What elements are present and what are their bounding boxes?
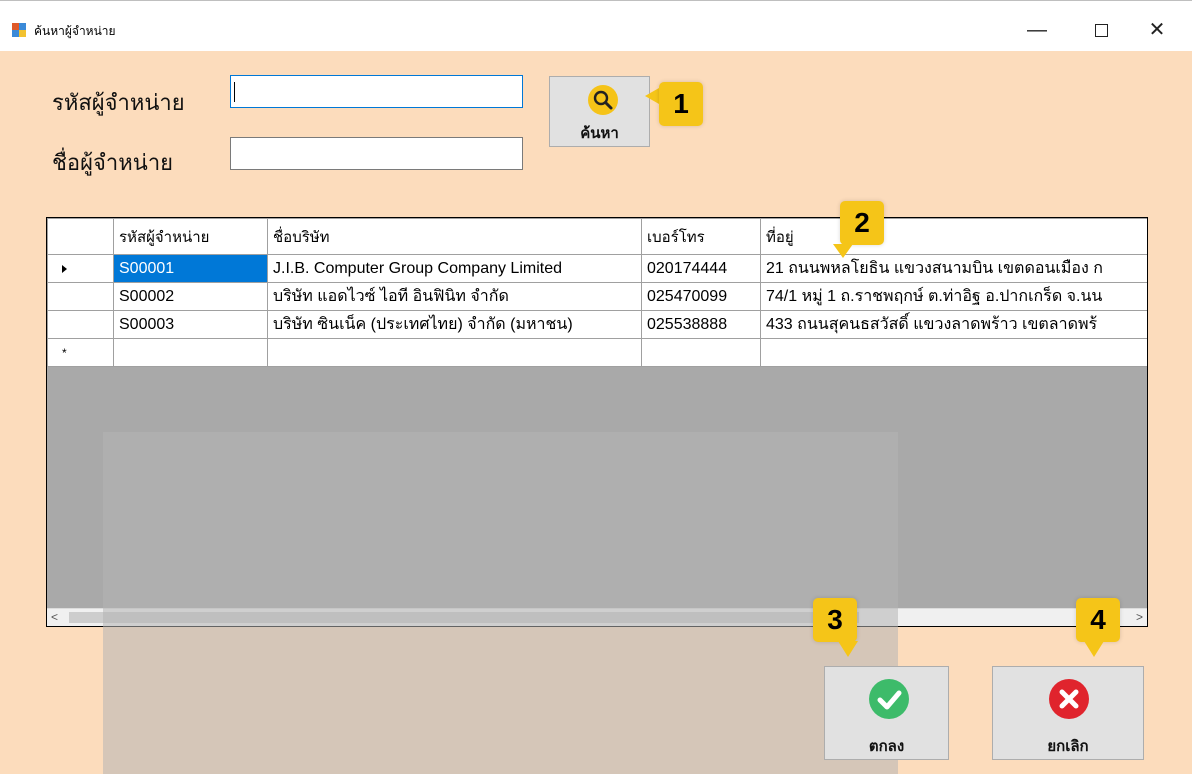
callout-2-pointer (833, 244, 853, 258)
column-header-code[interactable]: รหัสผู้จำหน่าย (113, 218, 268, 255)
search-button[interactable]: ค้นหา (549, 76, 650, 147)
supplier-name-input[interactable] (230, 137, 523, 170)
app-icon (12, 23, 26, 37)
cell-code[interactable]: S00001 (113, 254, 268, 283)
row-header[interactable] (47, 282, 114, 311)
table-row[interactable]: S00002 บริษัท แอดไวซ์ ไอที อินฟินิท จำกั… (47, 282, 1147, 311)
cell-company[interactable]: J.I.B. Computer Group Company Limited (267, 254, 642, 283)
ok-button[interactable]: ตกลง (824, 666, 949, 760)
callout-1-pointer (645, 88, 659, 104)
close-button[interactable]: ✕ (1134, 13, 1180, 47)
checkmark-icon (869, 679, 909, 719)
row-pointer-icon (62, 264, 67, 273)
column-header-company[interactable]: ชื่อบริษัท (267, 218, 642, 255)
text-caret (234, 82, 235, 102)
current-row-indicator[interactable] (47, 254, 114, 283)
row-header-corner (47, 218, 114, 255)
new-row-marker: * (62, 345, 67, 360)
search-button-label: ค้นหา (580, 125, 619, 142)
cell-company[interactable]: บริษัท ซินเน็ค (ประเทศไทย) จำกัด (มหาชน) (267, 310, 642, 339)
callout-3: 3 (813, 598, 857, 642)
supplier-code-input[interactable] (230, 75, 523, 108)
new-row[interactable]: * (47, 338, 1147, 367)
cell-address[interactable]: 74/1 หมู่ 1 ถ.ราชพฤกษ์ ต.ท่าอิฐ อ.ปากเกร… (760, 282, 1147, 311)
callout-2: 2 (840, 201, 884, 245)
title-bar: ค้นหาผู้จำหน่าย — ✕ (0, 0, 1192, 51)
new-cell[interactable] (113, 338, 268, 367)
new-row-header[interactable]: * (47, 338, 114, 367)
callout-3-pointer (838, 641, 858, 657)
row-header[interactable] (47, 310, 114, 339)
cancel-x-icon (1049, 679, 1089, 719)
callout-1: 1 (659, 82, 703, 126)
cell-company[interactable]: บริษัท แอดไวซ์ ไอที อินฟินิท จำกัด (267, 282, 642, 311)
table-header-row: รหัสผู้จำหน่าย ชื่อบริษัท เบอร์โทร ที่อย… (47, 218, 1147, 255)
cancel-button[interactable]: ยกเลิก (992, 666, 1144, 760)
watermark-logo (103, 432, 898, 774)
new-cell[interactable] (267, 338, 642, 367)
new-cell[interactable] (641, 338, 761, 367)
ok-button-label: ตกลง (868, 738, 905, 755)
supplier-name-label: ชื่อผู้จำหน่าย (52, 150, 174, 175)
cancel-button-label: ยกเลิก (1047, 738, 1089, 755)
supplier-table: รหัสผู้จำหน่าย ชื่อบริษัท เบอร์โทร ที่อย… (47, 218, 1147, 367)
minimize-button[interactable]: — (1014, 13, 1060, 47)
scroll-right-icon[interactable]: > (1136, 609, 1143, 626)
cell-phone[interactable]: 025538888 (641, 310, 761, 339)
maximize-button[interactable] (1078, 13, 1124, 47)
callout-4-pointer (1084, 641, 1104, 657)
column-header-address[interactable]: ที่อยู่ (760, 218, 1147, 255)
cell-address[interactable]: 433 ถนนสุคนธสวัสดิ์ แขวงลาดพร้าว เขตลาดพ… (760, 310, 1147, 339)
cell-phone[interactable]: 020174444 (641, 254, 761, 283)
supplier-code-label: รหัสผู้จำหน่าย (52, 90, 185, 115)
cell-address[interactable]: 21 ถนนพหลโยธิน แขวงสนามบิน เขตดอนเมือง ก (760, 254, 1147, 283)
maximize-icon (1094, 24, 1108, 38)
search-icon (588, 85, 618, 115)
cell-code[interactable]: S00003 (113, 310, 268, 339)
cell-code[interactable]: S00002 (113, 282, 268, 311)
table-row[interactable]: S00003 บริษัท ซินเน็ค (ประเทศไทย) จำกัด … (47, 310, 1147, 339)
column-header-phone[interactable]: เบอร์โทร (641, 218, 761, 255)
window-title: ค้นหาผู้จำหน่าย (34, 24, 116, 38)
new-cell[interactable] (760, 338, 1147, 367)
callout-4: 4 (1076, 598, 1120, 642)
cell-phone[interactable]: 025470099 (641, 282, 761, 311)
scroll-left-icon[interactable]: < (51, 609, 58, 626)
table-row[interactable]: S00001 J.I.B. Computer Group Company Lim… (47, 254, 1147, 283)
